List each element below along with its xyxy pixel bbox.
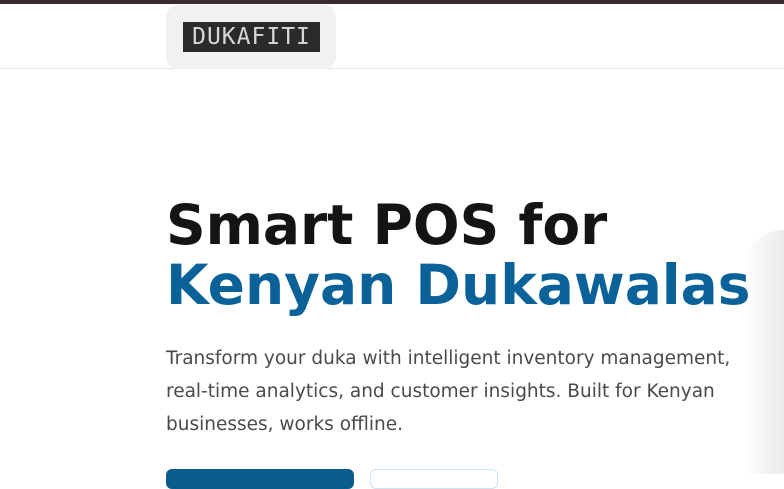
secondary-cta-button[interactable] (370, 469, 498, 489)
primary-cta-button[interactable] (166, 469, 354, 489)
site-header: DUKAFITI (0, 4, 784, 69)
hero-description: Transform your duka with intelligent inv… (166, 348, 731, 435)
hero-title: Smart POS for Kenyan Dukawalas (166, 195, 751, 315)
hero-title-line2: Kenyan Dukawalas (166, 253, 751, 317)
logo-link[interactable]: DUKAFITI (166, 5, 336, 69)
hero-title-line1: Smart POS for (166, 193, 608, 257)
logo: DUKAFITI (183, 22, 320, 52)
